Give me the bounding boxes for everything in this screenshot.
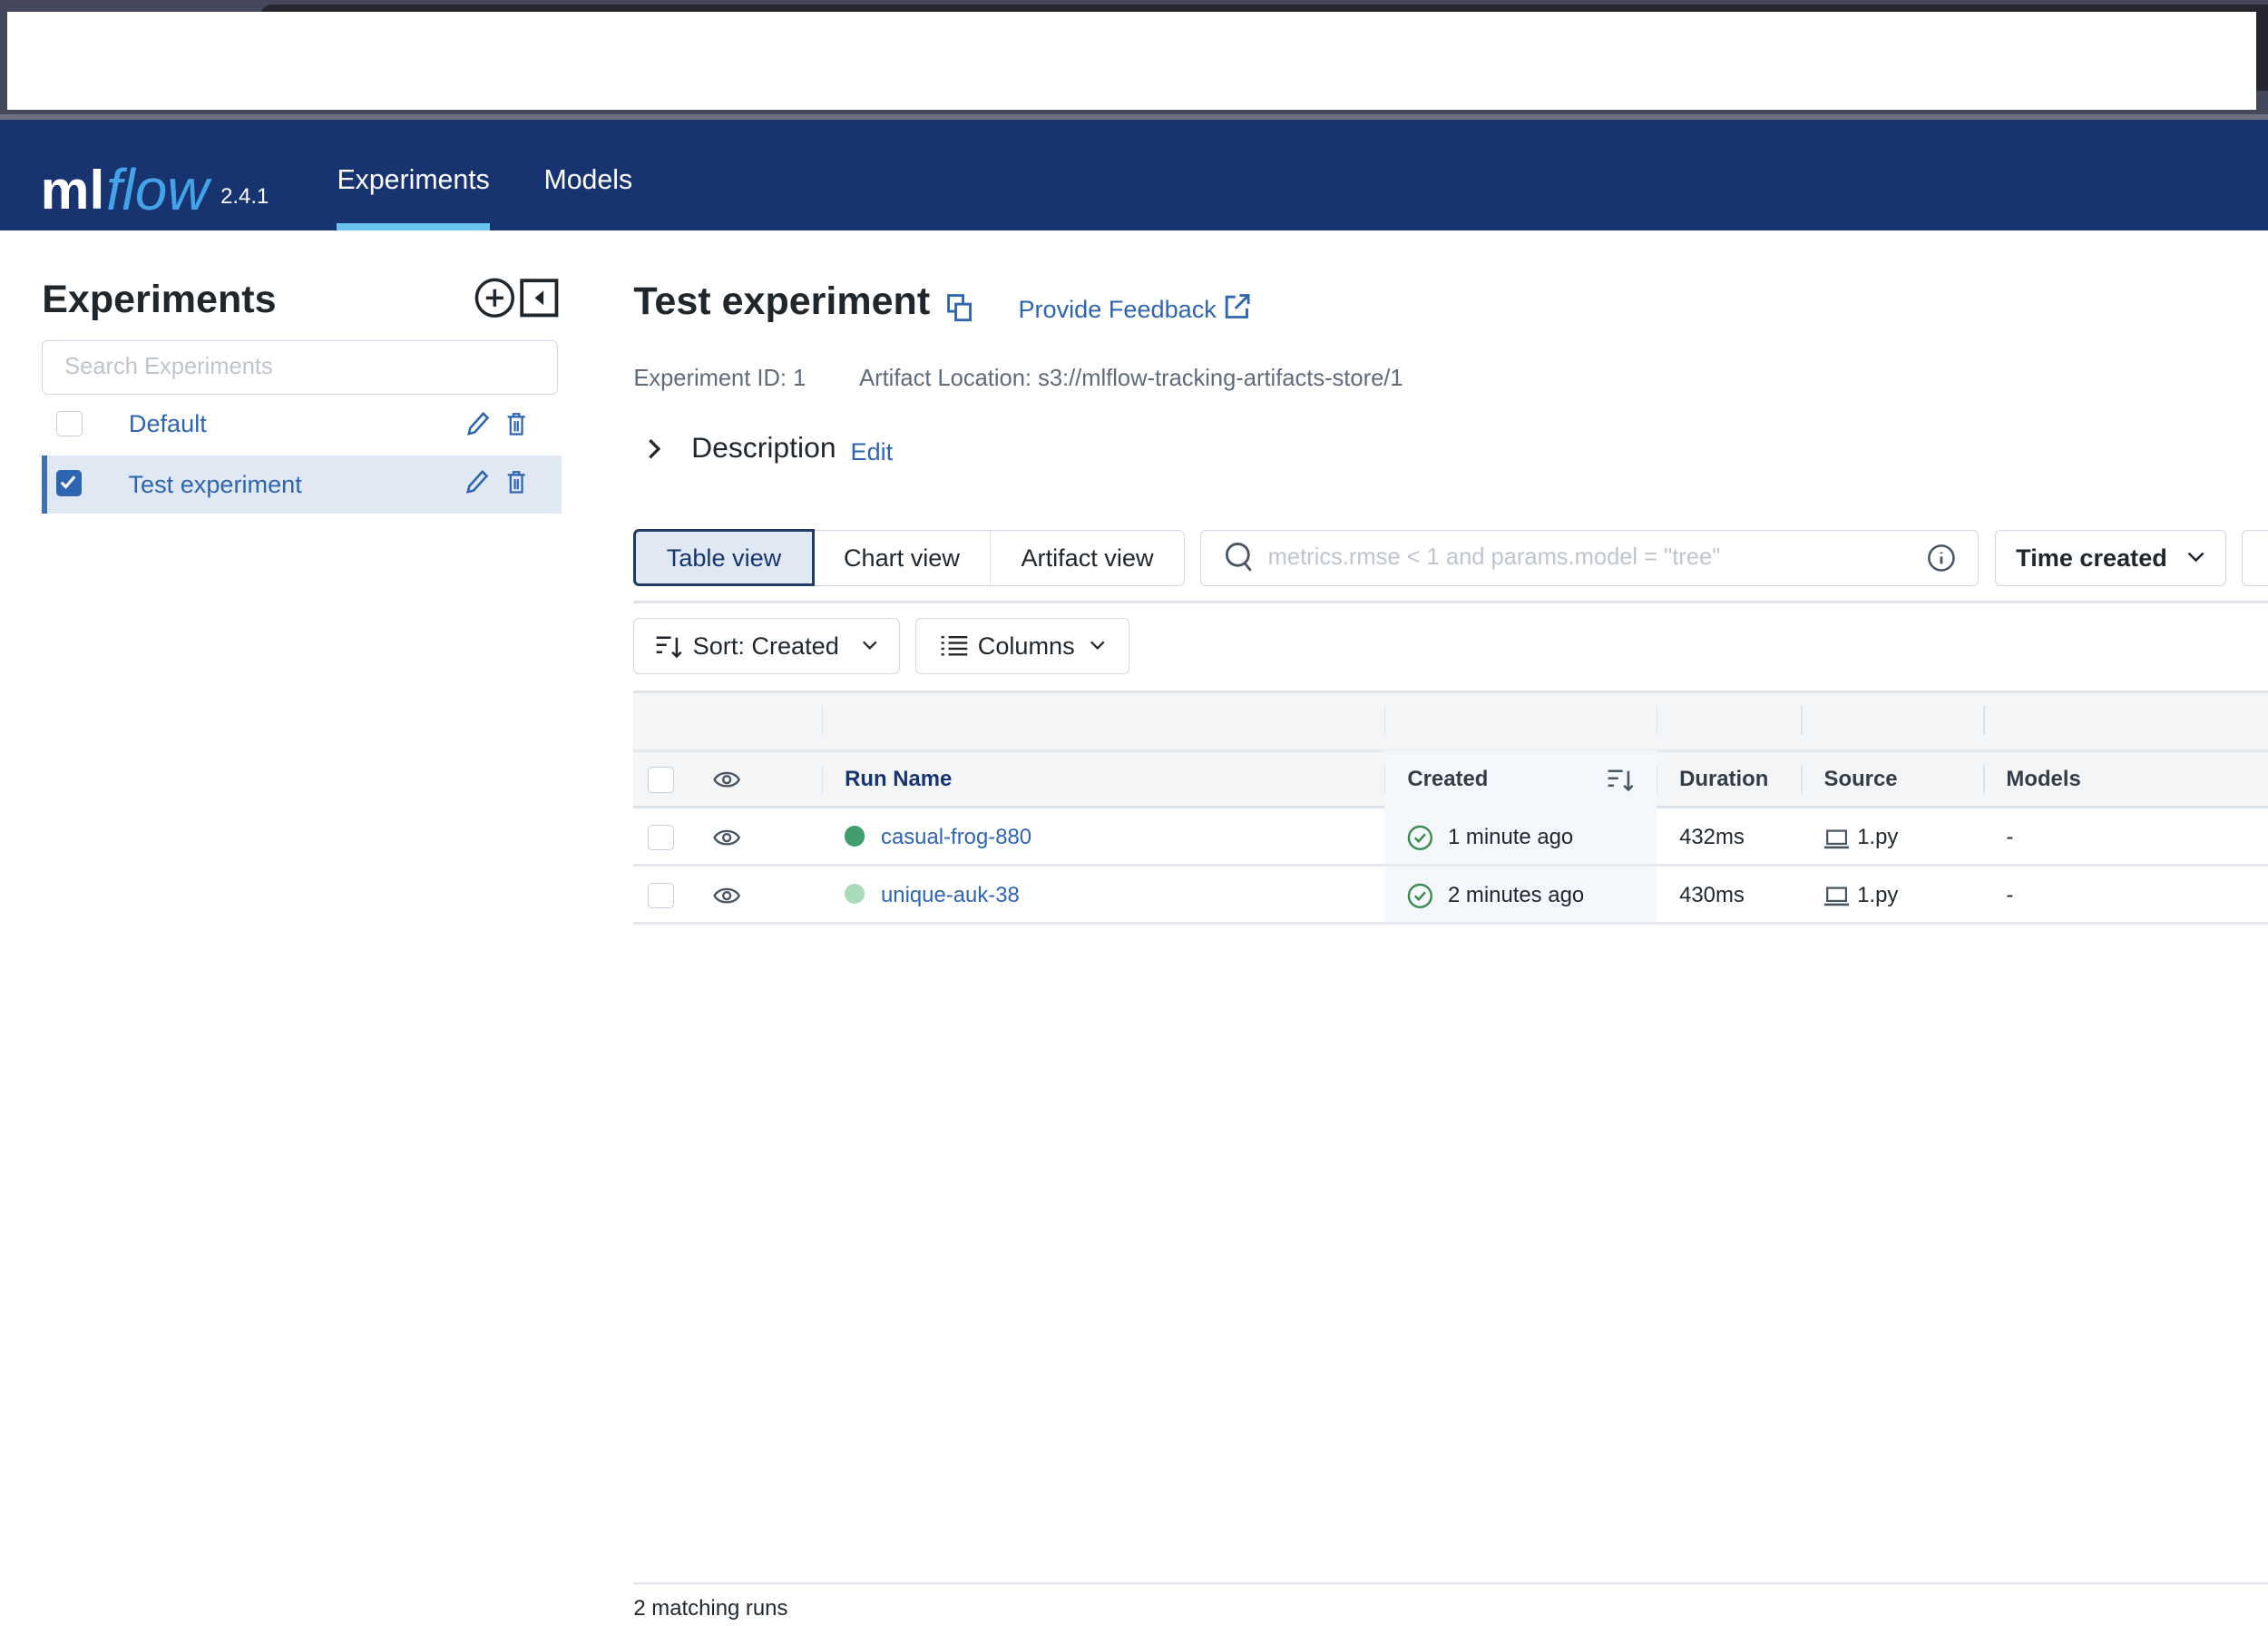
run-name-link[interactable]: casual-frog-880 — [881, 808, 1031, 867]
collapse-sidebar-icon[interactable] — [519, 278, 560, 318]
laptop-icon — [1823, 829, 1849, 848]
experiment-id: Experiment ID: 1 — [633, 366, 807, 392]
eye-icon[interactable] — [713, 886, 741, 906]
select-all-checkbox[interactable] — [648, 767, 674, 793]
column-header-source[interactable]: Source — [1824, 750, 1898, 808]
column-separator — [1656, 765, 1658, 795]
page-title: Test experiment — [633, 279, 931, 323]
more-filter-button[interactable] — [2242, 529, 2268, 586]
search-icon — [1225, 543, 1252, 572]
column-separator — [1982, 706, 1985, 735]
experiment-item-test[interactable]: Test experiment — [42, 455, 562, 514]
run-color-dot[interactable] — [845, 826, 865, 847]
time-created-label: Time created — [2016, 543, 2167, 572]
column-header-models[interactable]: Models — [2006, 750, 2080, 808]
experiment-name[interactable]: Test experiment — [129, 455, 302, 514]
sidebar-title: Experiments — [42, 278, 277, 322]
experiment-item-default[interactable]: Default — [42, 395, 561, 453]
delete-icon[interactable] — [506, 411, 526, 437]
run-color-dot[interactable] — [845, 884, 865, 905]
nav-models[interactable]: Models — [543, 120, 632, 230]
run-duration: 430ms — [1679, 883, 1745, 908]
row-checkbox[interactable] — [648, 824, 674, 851]
table-row[interactable]: unique-auk-38 2 minutes ago 430ms 1.py - — [633, 867, 2268, 925]
divider — [633, 600, 2268, 603]
chevron-right-icon[interactable] — [644, 437, 664, 461]
eye-icon[interactable] — [713, 769, 741, 789]
column-header-run-name[interactable]: Run Name — [845, 750, 952, 808]
external-link-icon[interactable] — [1224, 293, 1250, 320]
run-search-field[interactable]: metrics.rmse < 1 and params.model = "tre… — [1200, 529, 1980, 586]
nav-experiments[interactable]: Experiments — [337, 120, 490, 230]
experiment-name[interactable]: Default — [129, 395, 207, 453]
table-row[interactable]: casual-frog-880 1 minute ago 432ms 1.py … — [633, 808, 2268, 867]
column-header-created[interactable]: Created — [1407, 750, 1488, 808]
column-separator — [821, 706, 824, 735]
chevron-down-icon — [1090, 641, 1105, 651]
column-separator — [1801, 765, 1803, 795]
matching-runs-count: 2 matching runs — [633, 1595, 788, 1621]
column-separator — [821, 765, 824, 795]
logo-ml: ml — [40, 158, 105, 220]
description-label: Description — [691, 431, 836, 465]
delete-icon[interactable] — [506, 469, 526, 495]
chevron-down-icon — [2187, 552, 2204, 563]
chevron-down-icon — [863, 641, 877, 651]
sort-icon[interactable] — [1607, 767, 1636, 793]
run-models: - — [2006, 825, 2014, 850]
experiment-checkbox[interactable] — [56, 410, 83, 437]
add-experiment-icon[interactable] — [474, 278, 515, 318]
time-created-dropdown[interactable]: Time created — [1994, 529, 2226, 586]
top-nav: ml flow 2.4.1 Experiments Models — [0, 120, 2268, 230]
tab-table-view[interactable]: Table view — [632, 528, 816, 587]
copy-icon[interactable] — [947, 293, 973, 323]
info-icon[interactable] — [1927, 544, 1956, 573]
list-icon — [941, 636, 968, 656]
provide-feedback-link[interactable]: Provide Feedback — [1018, 295, 1216, 324]
tab-chart-view[interactable]: Chart view — [814, 530, 992, 585]
column-separator — [1383, 706, 1386, 735]
search-experiments-input[interactable] — [42, 339, 559, 396]
column-separator — [1801, 706, 1803, 735]
run-duration: 432ms — [1679, 825, 1745, 850]
success-check-icon — [1408, 825, 1433, 850]
success-check-icon — [1408, 883, 1433, 908]
tab-artifact-view[interactable]: Artifact view — [991, 531, 1184, 585]
sort-dropdown[interactable]: Sort: Created — [633, 617, 900, 674]
experiment-checkbox[interactable] — [55, 470, 83, 496]
eye-icon[interactable] — [713, 828, 741, 847]
column-separator — [1383, 765, 1386, 795]
run-created: 1 minute ago — [1447, 825, 1574, 850]
browser-bar — [6, 11, 2257, 111]
description-edit-link[interactable]: Edit — [851, 437, 894, 466]
run-models: - — [2006, 883, 2014, 908]
sort-icon — [656, 636, 682, 658]
edit-icon[interactable] — [464, 409, 491, 438]
columns-label: Columns — [977, 631, 1075, 660]
row-checkbox[interactable] — [648, 882, 674, 909]
run-source[interactable]: 1.py — [1857, 808, 1898, 867]
version-label: 2.4.1 — [220, 184, 269, 210]
run-source[interactable]: 1.py — [1857, 867, 1898, 925]
mlflow-logo[interactable]: ml flow 2.4.1 — [41, 134, 269, 221]
logo-flow: flow — [105, 156, 210, 222]
edit-icon[interactable] — [464, 467, 490, 496]
run-created: 2 minutes ago — [1447, 883, 1585, 908]
column-header-duration[interactable]: Duration — [1679, 750, 1768, 808]
browser-chrome — [0, 0, 2268, 121]
sort-label: Sort: Created — [692, 631, 839, 660]
artifact-location: Artifact Location: s3://mlflow-tracking-… — [859, 366, 1403, 392]
column-separator — [1656, 706, 1658, 735]
columns-dropdown[interactable]: Columns — [915, 617, 1130, 674]
check-icon — [60, 475, 76, 490]
run-name-link[interactable]: unique-auk-38 — [881, 867, 1020, 925]
laptop-icon — [1823, 886, 1849, 906]
divider — [633, 1582, 2268, 1584]
view-switcher: Table view Chart view Artifact view — [632, 528, 1185, 587]
run-search-placeholder: metrics.rmse < 1 and params.model = "tre… — [1267, 544, 1721, 571]
column-separator — [1982, 765, 1985, 795]
